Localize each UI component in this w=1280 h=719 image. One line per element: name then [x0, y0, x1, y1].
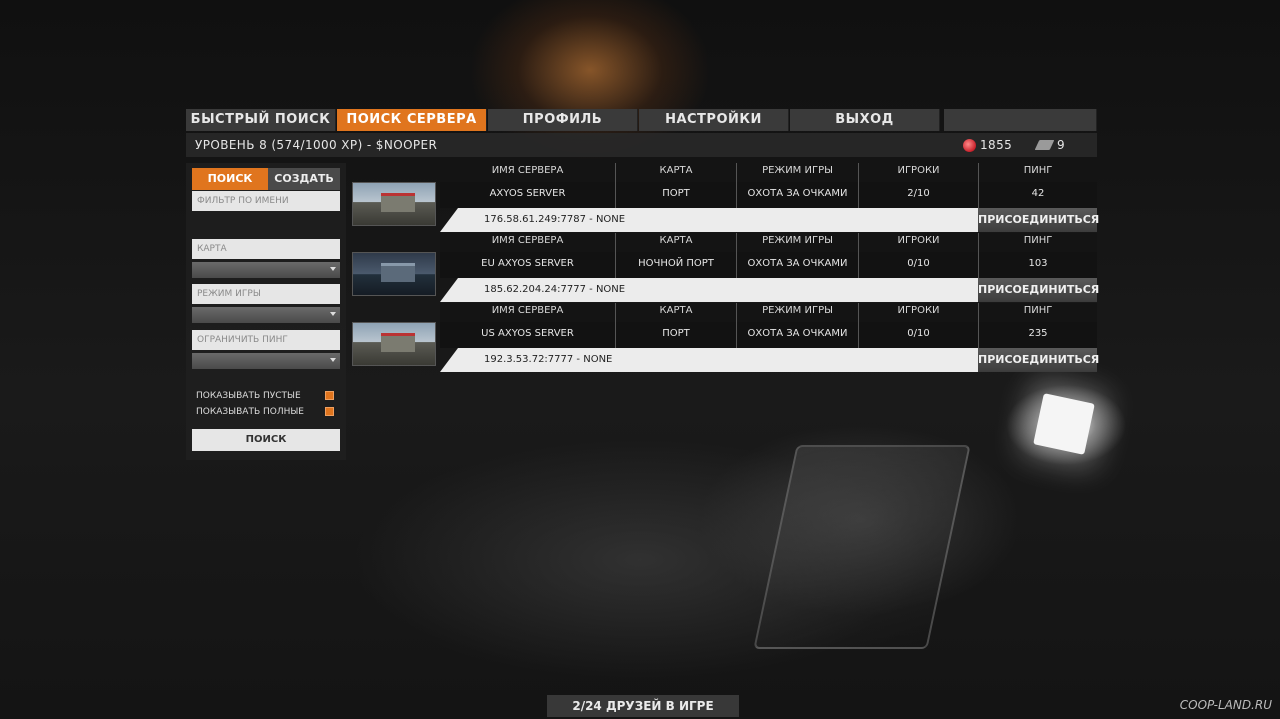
- server-mode: ОХОТА ЗА ОЧКАМИ: [736, 252, 858, 278]
- server-entry: ИМЯ СЕРВЕРА КАРТА РЕЖИМ ИГРЫ ИГРОКИ ПИНГ…: [352, 233, 1099, 303]
- game-mode-dropdown[interactable]: [192, 307, 340, 323]
- search-button[interactable]: ПОИСК: [192, 429, 340, 451]
- tab-exit[interactable]: ВЫХОД: [790, 109, 940, 131]
- server-map: НОЧНОЙ ПОРТ: [615, 252, 736, 278]
- tab-server-search[interactable]: ПОИСК СЕРВЕРА: [337, 109, 487, 131]
- server-players: 0/10: [858, 252, 978, 278]
- chevron-down-icon: [330, 312, 336, 316]
- col-header-mode: РЕЖИМ ИГРЫ: [736, 233, 858, 252]
- server-entry: ИМЯ СЕРВЕРА КАРТА РЕЖИМ ИГРЫ ИГРОКИ ПИНГ…: [352, 303, 1099, 373]
- server-ping: 42: [978, 182, 1097, 208]
- col-header-map: КАРТА: [615, 233, 736, 252]
- main-menu-tabs: БЫСТРЫЙ ПОИСК ПОИСК СЕРВЕРА ПРОФИЛЬ НАСТ…: [186, 109, 1097, 131]
- tab-empty: [944, 109, 1097, 131]
- friends-online-button[interactable]: 2/24 ДРУЗЕЙ В ИГРЕ: [547, 695, 739, 717]
- server-mode: ОХОТА ЗА ОЧКАМИ: [736, 322, 858, 348]
- map-input[interactable]: [192, 239, 340, 259]
- col-header-mode: РЕЖИМ ИГРЫ: [736, 163, 858, 182]
- chips-value: 9: [1057, 138, 1066, 152]
- show-empty-label: ПОКАЗЫВАТЬ ПУСТЫЕ: [196, 391, 301, 401]
- col-header-ping: ПИНГ: [978, 163, 1097, 182]
- join-button[interactable]: ПРИСОЕДИНИТЬСЯ: [978, 208, 1099, 232]
- ping-limit-input[interactable]: [192, 330, 340, 350]
- gem-icon: [963, 138, 976, 152]
- server-address: 176.58.61.249:7787 - NONE: [440, 208, 978, 232]
- server-ping: 103: [978, 252, 1097, 278]
- col-header-name: ИМЯ СЕРВЕРА: [440, 163, 615, 182]
- filter-name-input[interactable]: [192, 191, 340, 211]
- gems-counter: 1855: [963, 133, 1012, 157]
- filter-panel: ПОИСК СОЗДАТЬ ПОКАЗЫВАТЬ ПУСТЫЕ ПОКАЗЫВА…: [186, 163, 346, 460]
- col-header-mode: РЕЖИМ ИГРЫ: [736, 303, 858, 322]
- server-map: ПОРТ: [615, 182, 736, 208]
- server-name: EU AXYOS SERVER: [440, 252, 615, 278]
- chevron-down-icon: [330, 267, 336, 271]
- show-empty-checkbox[interactable]: [325, 391, 334, 400]
- server-ping: 235: [978, 322, 1097, 348]
- server-map: ПОРТ: [615, 322, 736, 348]
- floodlight: [1033, 393, 1095, 455]
- col-header-map: КАРТА: [615, 303, 736, 322]
- server-mode: ОХОТА ЗА ОЧКАМИ: [736, 182, 858, 208]
- chips-counter: 9: [1034, 133, 1066, 157]
- player-info-bar: УРОВЕНЬ 8 (574/1000 XP) - $NOOPER 1855 9: [186, 133, 1097, 157]
- show-full-label: ПОКАЗЫВАТЬ ПОЛНЫЕ: [196, 407, 304, 417]
- col-header-map: КАРТА: [615, 163, 736, 182]
- chip-icon: [1034, 140, 1055, 150]
- server-players: 0/10: [858, 322, 978, 348]
- server-players: 2/10: [858, 182, 978, 208]
- tab-profile[interactable]: ПРОФИЛЬ: [488, 109, 638, 131]
- server-address: 185.62.204.24:7777 - NONE: [440, 278, 978, 302]
- server-name: AXYOS SERVER: [440, 182, 615, 208]
- server-address: 192.3.53.72:7777 - NONE: [440, 348, 978, 372]
- game-mode-input[interactable]: [192, 284, 340, 304]
- col-header-ping: ПИНГ: [978, 303, 1097, 322]
- server-entry: ИМЯ СЕРВЕРА КАРТА РЕЖИМ ИГРЫ ИГРОКИ ПИНГ…: [352, 163, 1099, 233]
- map-thumbnail: [352, 182, 436, 226]
- gems-value: 1855: [980, 138, 1013, 152]
- show-full-row: ПОКАЗЫВАТЬ ПОЛНЫЕ: [196, 405, 336, 419]
- col-header-name: ИМЯ СЕРВЕРА: [440, 233, 615, 252]
- panel-tab-search[interactable]: ПОИСК: [192, 168, 268, 190]
- join-button[interactable]: ПРИСОЕДИНИТЬСЯ: [978, 278, 1099, 302]
- site-watermark: COOP-LAND.RU: [1179, 698, 1272, 712]
- server-name: US AXYOS SERVER: [440, 322, 615, 348]
- show-full-checkbox[interactable]: [325, 407, 334, 416]
- show-empty-row: ПОКАЗЫВАТЬ ПУСТЫЕ: [196, 389, 336, 403]
- ping-limit-dropdown[interactable]: [192, 353, 340, 369]
- join-button[interactable]: ПРИСОЕДИНИТЬСЯ: [978, 348, 1099, 372]
- col-header-players: ИГРОКИ: [858, 303, 978, 322]
- map-dropdown[interactable]: [192, 262, 340, 278]
- player-level-info: УРОВЕНЬ 8 (574/1000 XP) - $NOOPER: [195, 138, 438, 152]
- map-thumbnail: [352, 252, 436, 296]
- tab-settings[interactable]: НАСТРОЙКИ: [639, 109, 789, 131]
- col-header-ping: ПИНГ: [978, 233, 1097, 252]
- col-header-players: ИГРОКИ: [858, 163, 978, 182]
- col-header-players: ИГРОКИ: [858, 233, 978, 252]
- tab-quick-search[interactable]: БЫСТРЫЙ ПОИСК: [186, 109, 336, 131]
- col-header-name: ИМЯ СЕРВЕРА: [440, 303, 615, 322]
- chevron-down-icon: [330, 358, 336, 362]
- panel-tab-create[interactable]: СОЗДАТЬ: [268, 168, 340, 190]
- map-thumbnail: [352, 322, 436, 366]
